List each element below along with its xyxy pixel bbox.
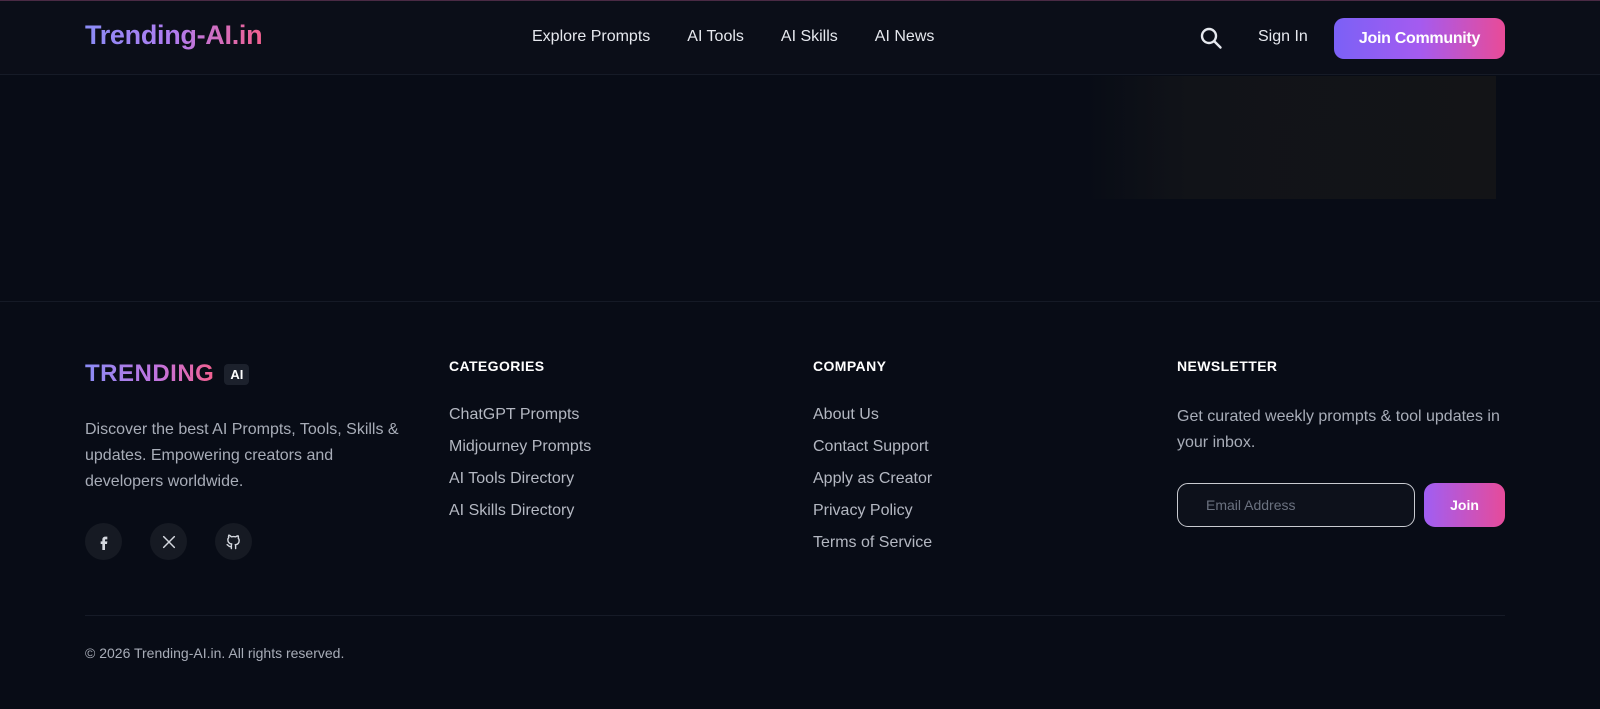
footer-link-about-us[interactable]: About Us: [813, 404, 932, 436]
footer-link-ai-tools-directory[interactable]: AI Tools Directory: [449, 468, 591, 500]
footer-description: Discover the best AI Prompts, Tools, Ski…: [85, 421, 399, 490]
nav-ai-tools[interactable]: AI Tools: [687, 28, 744, 46]
footer-link-chatgpt-prompts[interactable]: ChatGPT Prompts: [449, 404, 591, 436]
site-logo[interactable]: Trending-AI.in: [85, 20, 263, 51]
bottom-divider: [85, 615, 1505, 616]
company-title: COMPANY: [813, 358, 887, 374]
footer-link-contact-support[interactable]: Contact Support: [813, 436, 932, 468]
main-nav: Explore Prompts AI Tools AI Skills AI Ne…: [532, 28, 971, 46]
footer-divider: [0, 301, 1600, 302]
x-icon[interactable]: [150, 523, 187, 560]
join-community-button[interactable]: Join Community: [1334, 18, 1505, 59]
copyright-text: © 2026 Trending-AI.in. All rights reserv…: [85, 645, 345, 661]
newsletter-description: Get curated weekly prompts & tool update…: [1177, 408, 1500, 451]
footer-brand-name: TRENDING: [85, 360, 215, 387]
footer-link-apply-as-creator[interactable]: Apply as Creator: [813, 468, 932, 500]
footer-link-midjourney-prompts[interactable]: Midjourney Prompts: [449, 436, 591, 468]
facebook-icon[interactable]: [85, 523, 122, 560]
footer-link-privacy-policy[interactable]: Privacy Policy: [813, 500, 932, 532]
company-links: About Us Contact Support Apply as Creato…: [813, 404, 932, 564]
categories-title: CATEGORIES: [449, 358, 545, 374]
footer-link-ai-skills-directory[interactable]: AI Skills Directory: [449, 500, 591, 532]
social-links: [85, 523, 280, 560]
sign-in-link[interactable]: Sign In: [1258, 28, 1308, 46]
search-icon[interactable]: [1199, 26, 1223, 50]
nav-explore-prompts[interactable]: Explore Prompts: [532, 28, 650, 46]
nav-ai-skills[interactable]: AI Skills: [781, 28, 838, 46]
newsletter-title: NEWSLETTER: [1177, 358, 1278, 374]
email-address-input[interactable]: [1177, 483, 1415, 527]
content-card-shadow: [1085, 76, 1496, 199]
footer-brand-badge: AI: [224, 363, 250, 385]
categories-links: ChatGPT Prompts Midjourney Prompts AI To…: [449, 404, 591, 532]
nav-ai-news[interactable]: AI News: [875, 28, 935, 46]
site-header: Trending-AI.in Explore Prompts AI Tools …: [0, 1, 1600, 75]
footer-link-terms-of-service[interactable]: Terms of Service: [813, 532, 932, 564]
footer-brand: TRENDING AI: [85, 360, 250, 388]
github-icon[interactable]: [215, 523, 252, 560]
newsletter-join-button[interactable]: Join: [1424, 483, 1505, 527]
